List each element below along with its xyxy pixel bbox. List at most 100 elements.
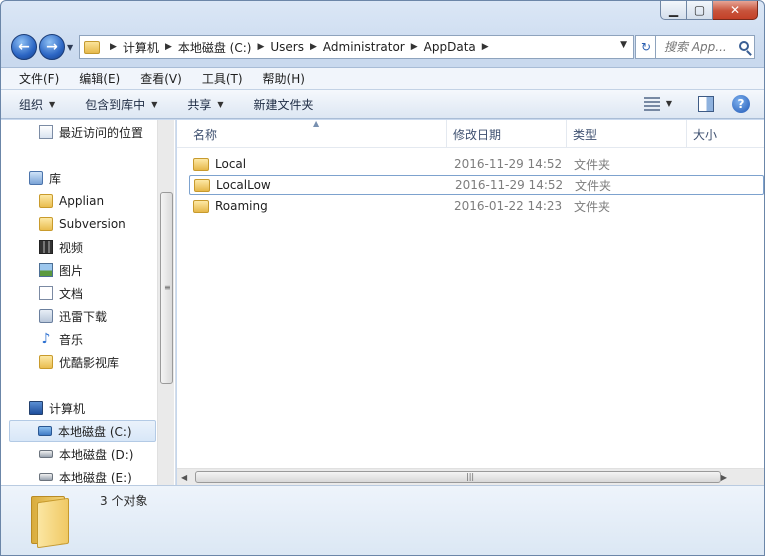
organize-label: 组织: [19, 97, 44, 112]
maximize-button[interactable]: ▢: [687, 1, 713, 20]
details-pane: 3 个对象: [1, 485, 764, 555]
sidebar-item-youku-library[interactable]: 优酷影视库: [39, 351, 119, 373]
breadcrumb-separator-icon[interactable]: ▶: [257, 42, 264, 52]
recent-pages-dropdown[interactable]: ▼: [67, 43, 73, 52]
navigation-pane: 最近访问的位置 库 Applian Subversion 视频 图片 文档 迅雷…: [1, 120, 176, 485]
column-header-name[interactable]: 名称: [187, 120, 447, 148]
back-arrow-icon: ←: [18, 39, 30, 55]
sidebar-item-drive-c[interactable]: 本地磁盘 (C:): [9, 420, 156, 442]
sidebar-item-music[interactable]: ♪ 音乐: [39, 328, 83, 350]
address-bar[interactable]: ▶ 计算机 ▶ 本地磁盘 (C:) ▶ Users ▶ Administrato…: [79, 35, 634, 59]
column-header-label: 类型: [573, 127, 598, 142]
new-folder-label: 新建文件夹: [253, 97, 314, 112]
download-icon: [39, 309, 53, 323]
file-row-local[interactable]: Local 2016-11-29 14:52 文件夹: [189, 154, 764, 174]
horizontal-scrollbar[interactable]: ◀ ||| ▶: [177, 468, 764, 485]
sidebar-item-computer[interactable]: 计算机: [29, 397, 85, 419]
document-icon: [39, 286, 53, 300]
scroll-left-icon[interactable]: ◀: [181, 473, 187, 482]
sidebar-item-pictures[interactable]: 图片: [39, 259, 83, 281]
breadcrumb-separator-icon[interactable]: ▶: [310, 42, 317, 52]
column-header-date[interactable]: 修改日期: [447, 120, 567, 148]
sidebar-item-label: 本地磁盘 (D:): [59, 447, 134, 462]
sidebar-item-documents[interactable]: 文档: [39, 282, 83, 304]
folder-icon: [39, 217, 53, 231]
recent-places-icon: [39, 125, 53, 139]
sidebar-item-drive-e[interactable]: 本地磁盘 (E:): [39, 466, 132, 485]
command-bar: 组织 ▼ 包含到库中 ▼ 共享 ▼ 新建文件夹 ▼ ?: [1, 89, 764, 119]
column-header-size[interactable]: 大小: [687, 120, 764, 148]
forward-button[interactable]: →: [39, 34, 65, 60]
sidebar-item-label: Subversion: [59, 217, 126, 231]
help-button[interactable]: ?: [732, 95, 750, 113]
breadcrumb-separator-icon[interactable]: ▶: [165, 42, 172, 52]
include-in-library-label: 包含到库中: [85, 97, 146, 112]
sidebar-item-recent[interactable]: 最近访问的位置: [39, 121, 143, 143]
computer-icon: [29, 401, 43, 415]
refresh-button[interactable]: ↻: [635, 35, 657, 59]
file-row-locallow[interactable]: LocalLow 2016-11-29 14:52 文件夹: [189, 175, 764, 195]
grip-icon: |||: [466, 472, 475, 481]
back-button[interactable]: ←: [11, 34, 37, 60]
scrollbar-thumb[interactable]: ≡: [160, 192, 173, 384]
sidebar-item-xunlei-downloads[interactable]: 迅雷下载: [39, 305, 107, 327]
organize-button[interactable]: 组织 ▼: [19, 96, 55, 113]
search-icon[interactable]: [739, 41, 749, 51]
menu-help[interactable]: 帮助(H): [253, 70, 315, 87]
minimize-button[interactable]: ▁: [660, 1, 687, 20]
menu-edit[interactable]: 编辑(E): [69, 70, 130, 87]
breadcrumb-administrator[interactable]: Administrator: [323, 40, 405, 54]
sidebar-item-subversion[interactable]: Subversion: [39, 213, 126, 235]
share-button[interactable]: 共享 ▼: [187, 96, 223, 113]
breadcrumb-computer[interactable]: 计算机: [123, 39, 159, 56]
breadcrumb-users[interactable]: Users: [270, 40, 304, 54]
scroll-right-icon[interactable]: ▶: [721, 473, 727, 482]
scrollbar-thumb[interactable]: |||: [195, 471, 721, 483]
grip-icon: ≡: [164, 283, 171, 292]
search-box[interactable]: [655, 35, 755, 59]
address-history-dropdown[interactable]: ▼: [620, 40, 627, 50]
folder-icon: [39, 355, 53, 369]
sidebar-item-label: Applian: [59, 194, 105, 208]
video-icon: [39, 240, 53, 254]
menu-file[interactable]: 文件(F): [9, 70, 69, 87]
navigation-pane-scrollbar[interactable]: ≡: [157, 120, 174, 485]
file-row-roaming[interactable]: Roaming 2016-01-22 14:23 文件夹: [189, 196, 764, 216]
breadcrumb-drive-c[interactable]: 本地磁盘 (C:): [178, 39, 252, 56]
column-header-type[interactable]: 类型: [567, 120, 687, 148]
search-input[interactable]: [664, 40, 732, 54]
sidebar-item-label: 最近访问的位置: [59, 125, 144, 140]
library-icon: [29, 171, 43, 185]
menu-tools[interactable]: 工具(T): [192, 70, 253, 87]
close-button[interactable]: ✕: [713, 1, 758, 20]
breadcrumb-separator-icon[interactable]: ▶: [411, 42, 418, 52]
preview-pane-icon[interactable]: [698, 96, 714, 112]
sidebar-item-libraries[interactable]: 库: [29, 167, 61, 189]
column-header-label: 大小: [693, 127, 718, 142]
sidebar-item-label: 本地磁盘 (E:): [59, 470, 132, 485]
breadcrumb-appdata[interactable]: AppData: [424, 40, 476, 54]
breadcrumb-separator-icon[interactable]: ▶: [110, 42, 117, 52]
file-modified-date: 2016-01-22 14:23: [454, 199, 563, 213]
folder-icon: [193, 157, 209, 171]
sidebar-item-label: 文档: [59, 286, 84, 301]
new-folder-button[interactable]: 新建文件夹: [254, 96, 314, 113]
folder-icon: [84, 40, 100, 54]
breadcrumb-separator-icon[interactable]: ▶: [482, 42, 489, 52]
menu-view[interactable]: 查看(V): [130, 70, 192, 87]
folder-front-shape: [37, 497, 69, 549]
hard-drive-icon: [39, 473, 53, 481]
file-list-pane: ▲ 名称 修改日期 类型 大小 Local 2016-11-29 14:52 文…: [177, 119, 764, 485]
sidebar-item-videos[interactable]: 视频: [39, 236, 83, 258]
folder-icon: [193, 199, 209, 213]
minimize-icon: ▁: [668, 3, 679, 17]
change-view-icon[interactable]: [644, 97, 660, 111]
sidebar-item-label: 视频: [59, 240, 84, 255]
maximize-icon: ▢: [693, 3, 706, 17]
sidebar-item-drive-d[interactable]: 本地磁盘 (D:): [39, 443, 133, 465]
file-name: LocalLow: [216, 178, 271, 192]
view-options-dropdown[interactable]: ▼: [666, 99, 672, 108]
folder-icon: [39, 194, 53, 208]
include-in-library-button[interactable]: 包含到库中 ▼: [85, 96, 157, 113]
sidebar-item-applian[interactable]: Applian: [39, 190, 104, 212]
